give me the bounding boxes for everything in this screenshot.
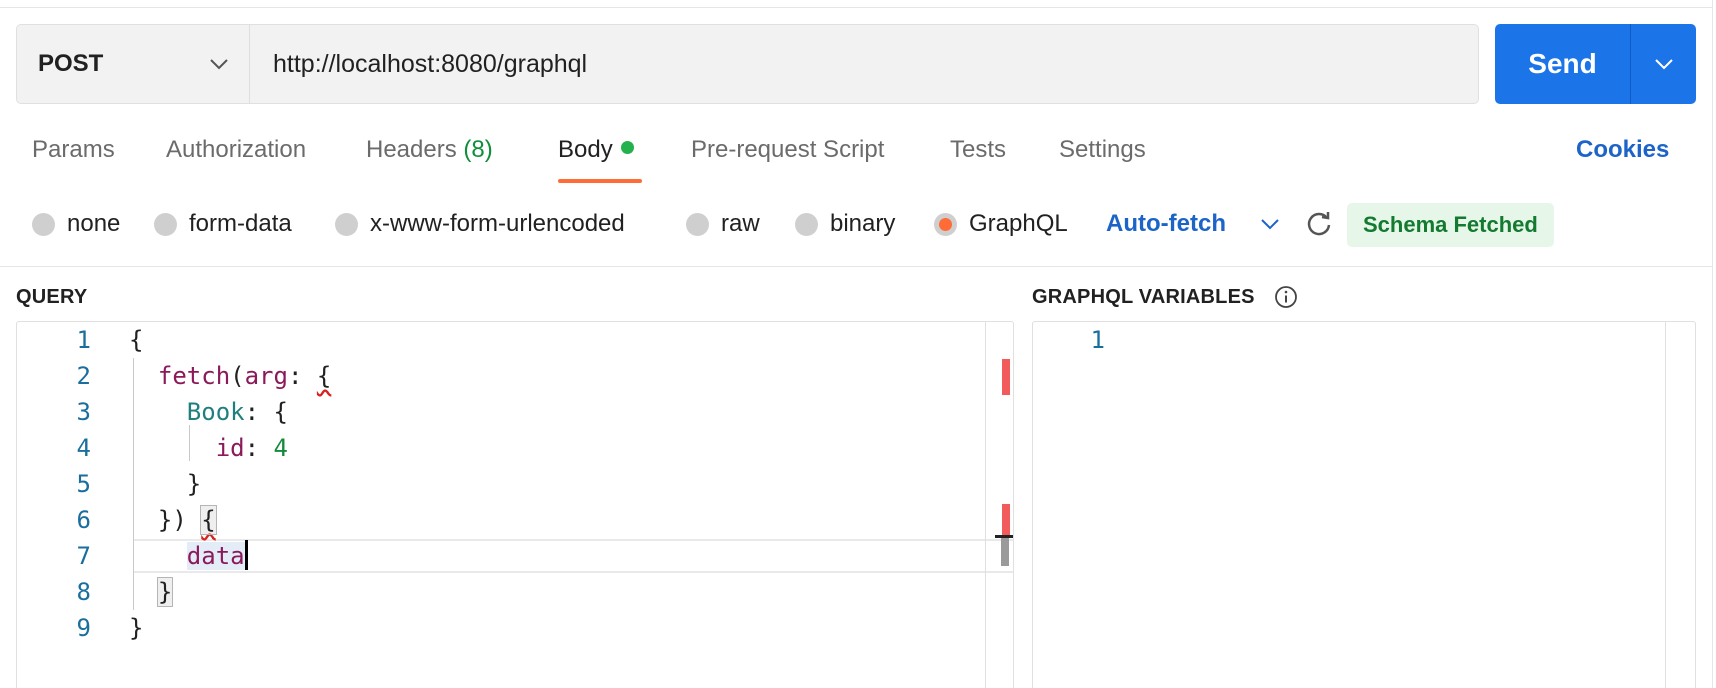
tab-headers[interactable]: Headers (8) — [366, 136, 493, 164]
line-number: 7 — [76, 542, 91, 570]
tab-pre-request-script[interactable]: Pre-request Script — [691, 136, 884, 164]
line-number: 5 — [76, 470, 91, 498]
right-border — [1712, 0, 1713, 688]
method-select[interactable]: POST — [17, 25, 250, 103]
code-text: data — [129, 538, 248, 574]
code-line: 3 Book: { — [17, 394, 1013, 430]
code-text: } — [129, 614, 144, 642]
code-text: id: 4 — [215, 434, 288, 462]
line-number: 1 — [1090, 326, 1105, 354]
radio-graphql[interactable]: GraphQL — [934, 210, 1068, 238]
radio-label: x-www-form-urlencoded — [370, 210, 625, 237]
tab-label: Pre-request Script — [691, 136, 885, 163]
url-input[interactable]: http://localhost:8080/graphql — [250, 25, 1478, 103]
tab-settings[interactable]: Settings — [1059, 136, 1146, 164]
line-number: 6 — [76, 506, 91, 534]
tab-label: Settings — [1059, 136, 1146, 163]
send-button[interactable]: Send — [1495, 24, 1631, 104]
line-number: 3 — [76, 398, 91, 426]
line-number: 8 — [76, 578, 91, 606]
line-number: 4 — [76, 434, 91, 462]
auto-fetch-dropdown[interactable]: Auto-fetch — [1106, 210, 1226, 238]
code-line: 8 } — [17, 574, 1013, 610]
code-line: 7 data — [17, 538, 1013, 574]
code-text: } — [156, 577, 174, 607]
code-text: }) { — [129, 505, 217, 535]
body-status-dot — [620, 141, 634, 154]
refresh-icon[interactable] — [1305, 209, 1333, 237]
line-number: 1 — [76, 326, 91, 354]
radio-circle — [934, 212, 957, 236]
tab-tests[interactable]: Tests — [950, 136, 1006, 164]
editor-scrollbar[interactable] — [985, 322, 986, 688]
info-icon[interactable] — [1274, 285, 1298, 309]
tab-label: Headers — [366, 136, 457, 163]
body-type-selector: none form-data x-www-form-urlencoded raw… — [0, 200, 1712, 250]
text-cursor — [244, 540, 248, 570]
query-editor[interactable]: 1 { 2 fetch(arg: { 3 Book: { 4 id: 4 5 }… — [16, 321, 1014, 688]
radio-label: raw — [721, 210, 760, 237]
code-text: Book: { — [186, 398, 288, 426]
scrollbar-thumb[interactable] — [1001, 538, 1009, 566]
request-tabs: Params Authorization Headers (8) Body Pr… — [0, 130, 1712, 186]
tab-label: Body — [558, 136, 613, 163]
line-number: 2 — [76, 362, 91, 390]
code-line: 2 fetch(arg: { — [17, 358, 1013, 394]
chevron-down-icon[interactable] — [1260, 218, 1280, 230]
top-border — [0, 7, 1712, 8]
code-text: fetch(arg: { — [157, 362, 332, 390]
chevron-down-icon — [1654, 59, 1673, 70]
code-line: 1 { — [17, 322, 1013, 358]
code-line: 5 } — [17, 466, 1013, 502]
radio-circle — [686, 212, 709, 236]
radio-label: binary — [830, 210, 896, 237]
tab-authorization[interactable]: Authorization — [166, 136, 306, 164]
query-title: QUERY — [16, 286, 88, 308]
code-line: 4 id: 4 — [17, 430, 1013, 466]
tab-label: Tests — [950, 136, 1007, 163]
code-text: } — [129, 470, 202, 498]
radio-binary[interactable]: binary — [795, 210, 895, 238]
tab-label: Authorization — [166, 136, 307, 163]
chevron-down-icon — [210, 59, 228, 70]
method-label: POST — [38, 50, 104, 77]
headers-count: (8) — [463, 136, 493, 163]
radio-label: form-data — [189, 210, 292, 237]
error-marker — [1002, 504, 1010, 538]
radio-circle — [795, 212, 818, 236]
code-line: 1 — [1033, 322, 1695, 358]
code-line: 6 }) { — [17, 502, 1013, 538]
radio-circle — [335, 212, 358, 236]
error-marker — [1002, 359, 1010, 395]
code-line: 9 } — [17, 610, 1013, 646]
tab-params[interactable]: Params — [32, 136, 115, 164]
editor-scrollbar[interactable] — [1665, 322, 1666, 688]
radio-label: none — [67, 210, 121, 237]
section-divider — [0, 266, 1712, 267]
tab-body[interactable]: Body — [558, 136, 634, 164]
radio-raw[interactable]: raw — [686, 210, 760, 238]
request-url-bar: POST http://localhost:8080/graphql — [16, 24, 1479, 104]
code-text: { — [129, 326, 144, 354]
cookies-link[interactable]: Cookies — [1576, 136, 1669, 164]
active-tab-indicator — [558, 179, 642, 183]
radio-label: GraphQL — [969, 210, 1068, 237]
tab-label: Params — [32, 136, 115, 163]
variables-title: GRAPHQL VARIABLES — [1032, 286, 1255, 308]
schema-status-badge: Schema Fetched — [1347, 203, 1554, 247]
variables-editor[interactable]: 1 — [1032, 321, 1696, 688]
radio-x-www-form-urlencoded[interactable]: x-www-form-urlencoded — [335, 210, 625, 238]
line-number: 9 — [76, 614, 91, 642]
send-button-group: Send — [1495, 24, 1696, 104]
radio-form-data[interactable]: form-data — [154, 210, 292, 238]
radio-circle — [32, 212, 55, 236]
send-options-button[interactable] — [1631, 24, 1696, 104]
radio-none[interactable]: none — [32, 210, 120, 238]
radio-circle — [154, 212, 177, 236]
